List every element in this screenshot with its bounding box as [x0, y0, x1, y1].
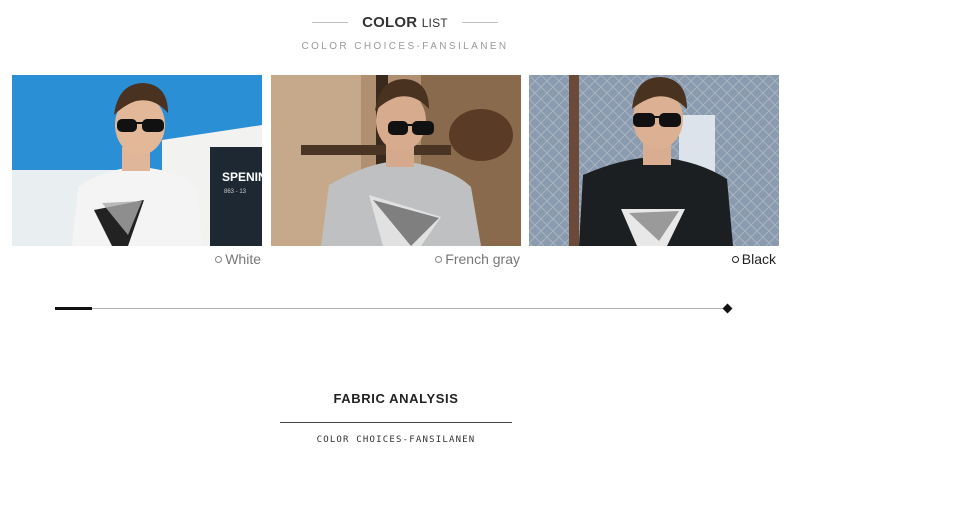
fabric-analysis-title: FABRIC ANALYSIS — [333, 391, 459, 406]
radio-dot-icon — [435, 255, 443, 263]
fabric-analysis-section: FABRIC ANALYSIS COLOR CHOICES-FANSILANEN — [280, 391, 512, 445]
color-list-title-row: COLOR LIST — [290, 14, 520, 31]
color-label-black: Black — [741, 251, 776, 267]
radio-dot-icon — [215, 255, 223, 263]
title-right-rule — [461, 22, 498, 23]
sign-subtext: 863 - 13 — [224, 189, 247, 195]
color-list-title-bold: COLOR — [362, 14, 418, 31]
color-caption-black[interactable]: Black — [731, 251, 776, 267]
color-caption-french-gray[interactable]: French gray — [435, 251, 520, 267]
color-list-title-light: LIST — [421, 16, 448, 30]
color-caption-white[interactable]: White — [215, 251, 261, 267]
color-photo-black[interactable] — [529, 75, 779, 246]
sign-text: SPENIN — [222, 170, 262, 184]
radio-dot-icon — [731, 255, 739, 263]
title-left-rule — [312, 22, 349, 23]
color-list-title: COLOR LIST — [362, 14, 448, 31]
carousel-progress-track[interactable] — [55, 308, 727, 309]
carousel-progress-thumb[interactable] — [55, 307, 92, 310]
color-label-white: White — [225, 251, 261, 267]
fabric-analysis-subtitle: COLOR CHOICES-FANSILANEN — [316, 435, 476, 445]
color-photo-french-gray[interactable] — [271, 75, 521, 246]
color-photo-white[interactable]: SPENIN 863 - 13 — [12, 75, 262, 246]
color-label-french-gray: French gray — [445, 251, 520, 267]
color-list-header: COLOR LIST COLOR CHOICES-FANSILANEN — [290, 14, 520, 52]
diamond-end-icon — [722, 303, 733, 314]
fabric-divider — [280, 422, 512, 423]
color-list-subtitle: COLOR CHOICES-FANSILANEN — [301, 41, 509, 52]
